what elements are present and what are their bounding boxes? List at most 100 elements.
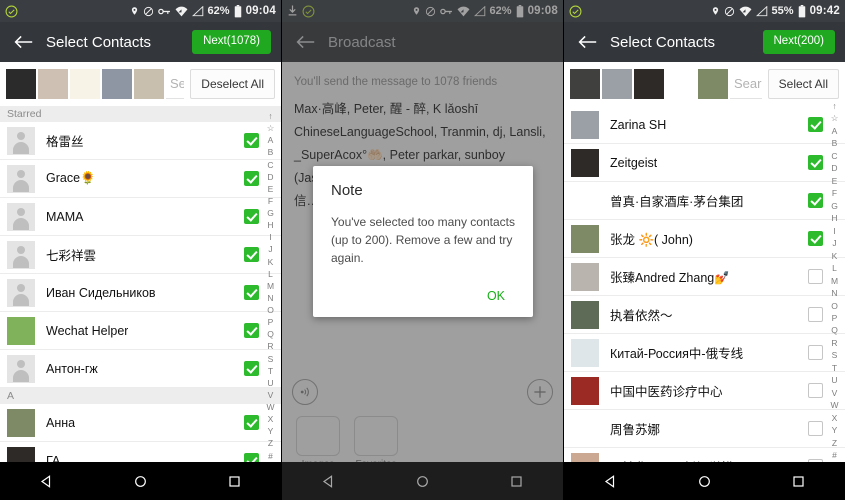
square-recents-icon[interactable] [788, 471, 808, 491]
index-letter[interactable]: F [832, 189, 837, 198]
alphabet-index[interactable]: ↑ ☆ A B C D E F G H I J K L M N O P Q R S T U V W X Y Z # [824, 100, 845, 462]
index-letter[interactable]: A [268, 136, 274, 145]
back-arrow-icon[interactable] [574, 29, 600, 55]
list-item[interactable]: Grace🌻 [0, 160, 281, 198]
index-letter[interactable]: L [268, 270, 273, 279]
list-item[interactable]: 格雷丝 [0, 122, 281, 160]
list-item[interactable]: 张龙 🔆( John) [564, 220, 845, 258]
index-letter[interactable]: G [831, 202, 838, 211]
avatar[interactable] [6, 69, 36, 99]
avatar[interactable] [102, 69, 132, 99]
index-letter[interactable]: N [831, 289, 837, 298]
checkbox[interactable] [244, 323, 259, 338]
index-letter[interactable]: E [268, 185, 274, 194]
index-letter[interactable]: U [267, 379, 273, 388]
avatar[interactable] [698, 69, 728, 99]
avatar[interactable] [70, 69, 100, 99]
index-letter[interactable]: J [832, 239, 836, 248]
list-item[interactable]: 张臻Andred Zhang💅 [564, 258, 845, 296]
alphabet-index[interactable]: ↑ ☆ A B C D E F G H I J K L M N O P Q R S T U V W X Y Z # [260, 110, 281, 462]
index-letter[interactable]: X [268, 415, 274, 424]
index-letter[interactable]: ☆ [267, 124, 275, 133]
index-letter[interactable]: A [832, 127, 838, 136]
checkbox[interactable] [244, 247, 259, 262]
index-letter[interactable]: Z [268, 439, 273, 448]
avatar[interactable] [666, 69, 696, 99]
index-letter[interactable]: W [830, 401, 838, 410]
avatar[interactable] [570, 69, 600, 99]
next-button[interactable]: Next(1078) [192, 30, 271, 54]
list-item[interactable]: 七彩祥雲 [0, 236, 281, 274]
index-letter[interactable]: H [267, 221, 273, 230]
index-letter[interactable]: Q [267, 330, 274, 339]
list-item[interactable]: Иван Сидельников [0, 274, 281, 312]
checkbox[interactable] [244, 171, 259, 186]
index-letter[interactable]: P [268, 318, 274, 327]
avatar[interactable] [38, 69, 68, 99]
index-letter[interactable]: C [831, 152, 837, 161]
search-input[interactable]: Search [730, 69, 762, 99]
index-letter[interactable]: Y [268, 427, 274, 436]
index-letter[interactable]: V [268, 391, 274, 400]
index-letter[interactable]: R [267, 342, 273, 351]
index-letter[interactable]: F [268, 197, 273, 206]
circle-home-icon[interactable] [130, 471, 150, 491]
list-item[interactable]: MAMA [0, 198, 281, 236]
index-letter[interactable]: O [267, 306, 274, 315]
search-input[interactable]: Search [166, 69, 185, 99]
checkbox[interactable] [808, 193, 823, 208]
index-letter[interactable]: N [267, 294, 273, 303]
index-letter[interactable]: K [832, 252, 838, 261]
index-letter[interactable]: M [267, 282, 274, 291]
index-letter[interactable]: J [268, 245, 272, 254]
index-letter[interactable]: Q [831, 326, 838, 335]
index-letter[interactable]: H [831, 214, 837, 223]
checkbox[interactable] [808, 155, 823, 170]
back-arrow-icon[interactable] [10, 29, 36, 55]
index-letter[interactable]: S [268, 354, 274, 364]
checkbox[interactable] [808, 383, 823, 398]
ok-button[interactable]: OK [477, 283, 515, 309]
checkbox[interactable] [808, 117, 823, 132]
index-letter[interactable]: D [267, 173, 273, 182]
triangle-back-icon[interactable] [37, 471, 57, 491]
index-letter[interactable]: O [831, 301, 838, 311]
index-letter[interactable]: U [831, 376, 837, 385]
index-letter[interactable]: D [831, 164, 837, 173]
checkbox[interactable] [244, 285, 259, 300]
list-item[interactable]: Wechat Helper [0, 312, 281, 350]
index-letter[interactable]: R [831, 339, 837, 348]
index-letter[interactable]: X [832, 414, 838, 423]
list-item[interactable]: Zarina SH [564, 106, 845, 144]
list-item[interactable]: 中国中医药诊疗中心 [564, 372, 845, 410]
index-letter[interactable]: # [832, 451, 837, 460]
index-letter[interactable]: W [266, 403, 274, 412]
index-letter[interactable]: K [268, 257, 274, 267]
list-item[interactable]: Анна [0, 404, 281, 442]
list-item[interactable]: Антон-гж [0, 350, 281, 388]
index-letter[interactable]: T [832, 364, 837, 373]
index-letter[interactable]: # [268, 451, 273, 461]
checkbox[interactable] [808, 345, 823, 360]
avatar[interactable] [634, 69, 664, 99]
checkbox[interactable] [244, 361, 259, 376]
index-letter[interactable]: C [267, 160, 273, 170]
index-letter[interactable]: I [833, 227, 835, 236]
triangle-back-icon[interactable] [601, 471, 621, 491]
index-letter[interactable]: ↑ [268, 112, 272, 121]
index-letter[interactable]: L [832, 264, 837, 273]
list-item[interactable]: 周鲁苏娜 [564, 410, 845, 448]
list-item[interactable]: 曾真·自家酒库·茅台集团 [564, 182, 845, 220]
next-button[interactable]: Next(200) [762, 30, 835, 54]
checkbox[interactable] [808, 231, 823, 246]
index-letter[interactable]: M [831, 277, 838, 286]
index-letter[interactable]: B [268, 148, 274, 157]
checkbox[interactable] [808, 269, 823, 284]
checkbox[interactable] [244, 133, 259, 148]
index-letter[interactable]: P [832, 314, 838, 323]
checkbox[interactable] [808, 421, 823, 436]
select-all-button[interactable]: Select All [767, 69, 839, 99]
index-letter[interactable]: S [832, 351, 838, 360]
index-letter[interactable]: T [268, 367, 273, 376]
index-letter[interactable]: G [267, 209, 274, 218]
